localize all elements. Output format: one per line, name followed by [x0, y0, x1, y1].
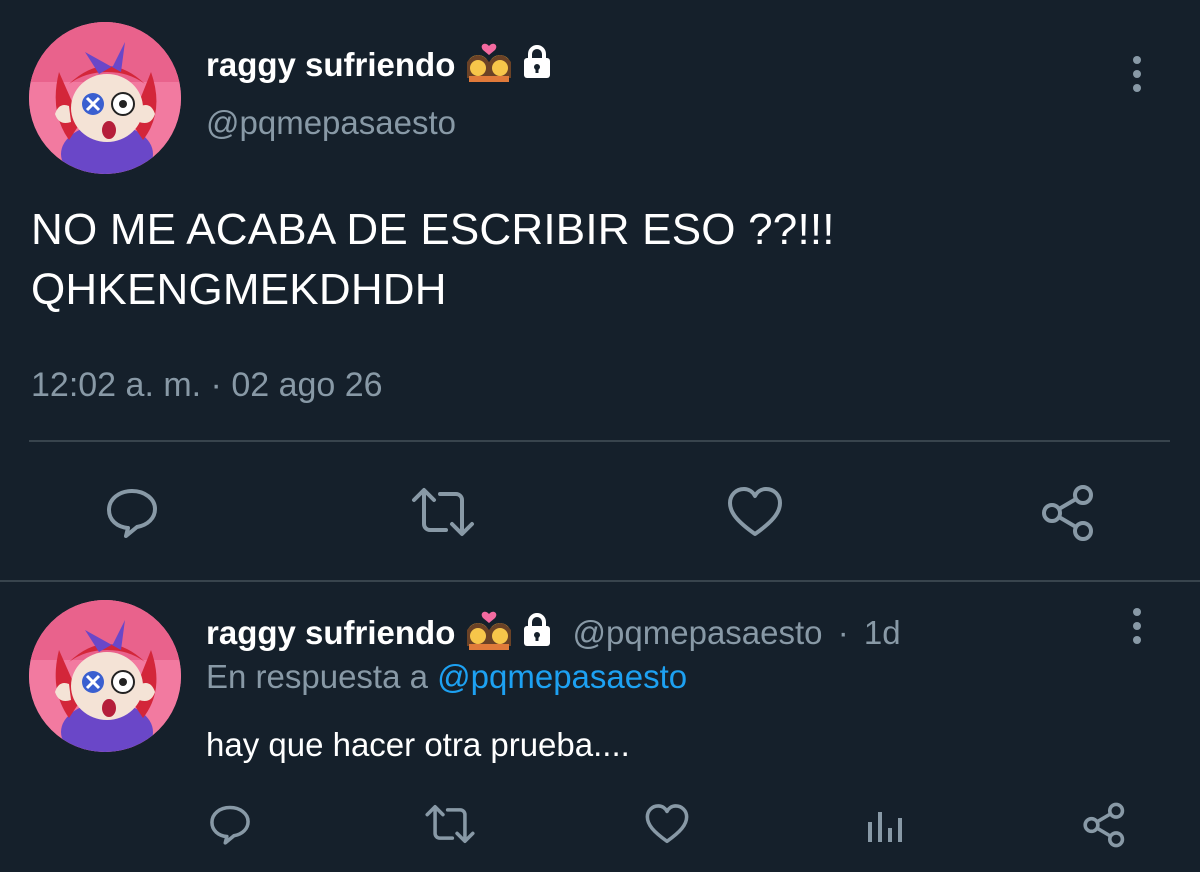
more-options-icon[interactable] — [1122, 606, 1152, 646]
more-options-icon[interactable] — [1122, 54, 1152, 94]
analytics-icon[interactable] — [864, 802, 908, 846]
reply-to-link[interactable]: @pqmepasaesto — [437, 658, 687, 695]
share-icon[interactable] — [1040, 484, 1098, 542]
lock-icon — [521, 612, 553, 648]
divider — [29, 440, 1170, 442]
handle: @pqmepasaesto — [572, 614, 823, 651]
tweet-age: 1d — [863, 614, 901, 651]
tweet-text-line2: QHKENGMEKDHDH — [31, 265, 447, 314]
retweet-icon[interactable] — [424, 802, 476, 846]
reply-icon[interactable] — [104, 484, 160, 540]
lock-icon — [521, 44, 553, 80]
couple-kiss-icon — [463, 42, 515, 82]
tweet-text: NO ME ACABA DE ESCRIBIR ESO ??!!! QHKENG… — [31, 200, 835, 320]
tweet-text-line1: NO ME ACABA DE ESCRIBIR ESO ??!!! — [31, 205, 835, 254]
share-icon[interactable] — [1082, 802, 1128, 848]
avatar[interactable] — [29, 22, 181, 174]
couple-kiss-icon — [463, 610, 515, 650]
reply-text: hay que hacer otra prueba.... — [206, 726, 630, 763]
handle[interactable]: @pqmepasaesto — [206, 104, 456, 142]
reply-header[interactable]: raggy sufriendo @pqmepasaesto · 1d — [206, 610, 901, 652]
retweet-icon[interactable] — [410, 484, 476, 540]
divider — [0, 580, 1200, 582]
timestamp[interactable]: 12:02 a. m. · 02 ago 26 — [31, 366, 383, 405]
display-name-text: raggy sufriendo — [206, 614, 456, 651]
display-name-text: raggy sufriendo — [206, 46, 456, 83]
reply-prefix: En respuesta a — [206, 658, 428, 695]
display-name[interactable]: raggy sufriendo — [206, 42, 553, 84]
like-icon[interactable] — [726, 484, 784, 540]
like-icon[interactable] — [644, 802, 690, 846]
reply-context: En respuesta a @pqmepasaesto — [206, 658, 687, 696]
separator: · — [837, 614, 849, 651]
reply-icon[interactable] — [208, 802, 252, 846]
avatar[interactable] — [29, 600, 181, 752]
